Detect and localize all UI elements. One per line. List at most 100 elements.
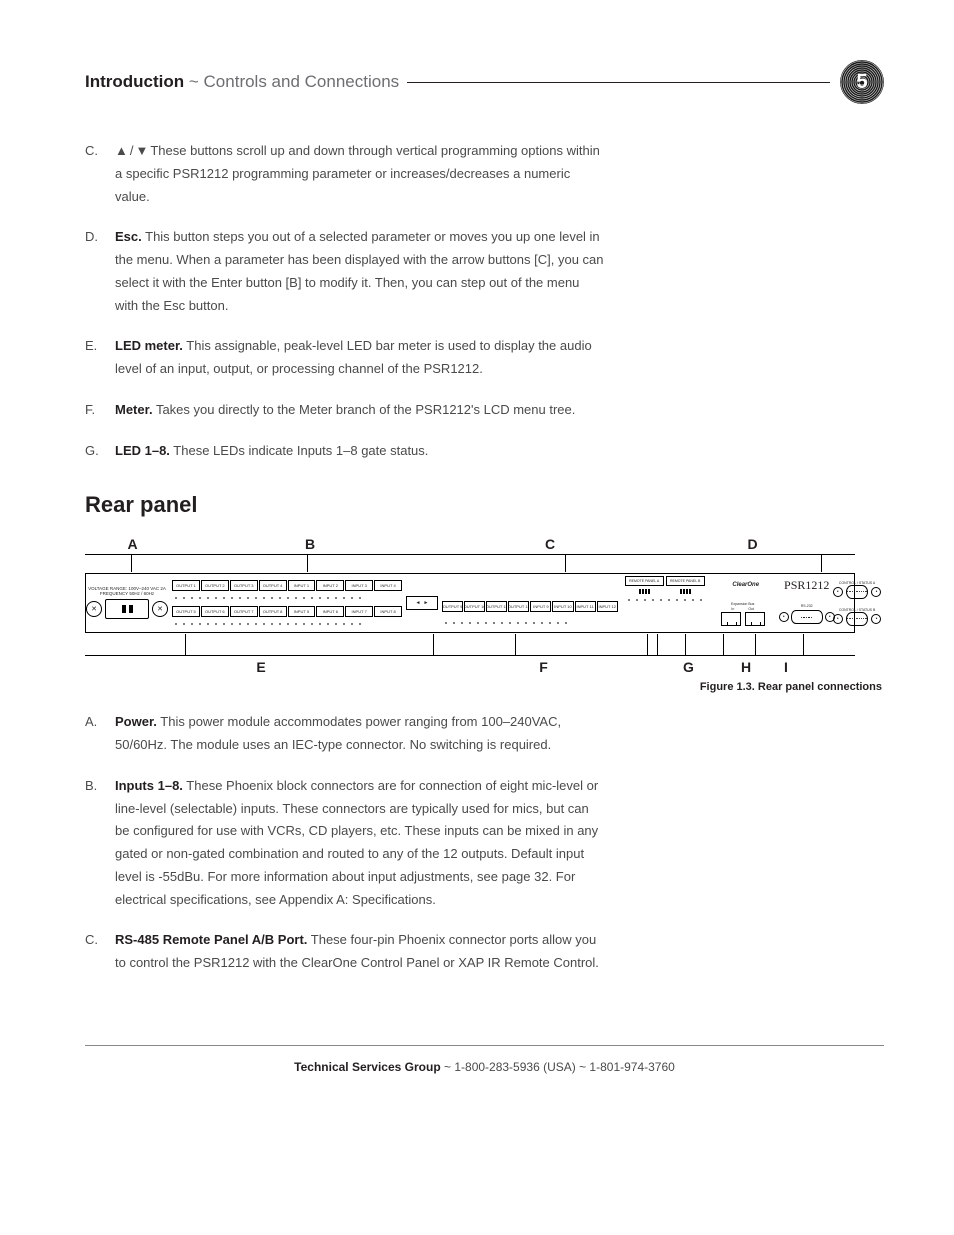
footer-bold: Technical Services Group bbox=[294, 1060, 441, 1074]
screw-icon bbox=[152, 601, 168, 617]
item-text: ▲/▼These buttons scroll up and down thro… bbox=[115, 140, 605, 208]
phoenix-block: INPUT 10 bbox=[552, 601, 573, 612]
callout-label: H bbox=[727, 659, 765, 675]
phoenix-block: OUTPUT 4 bbox=[259, 580, 287, 591]
phoenix-block: OUTPUT 11 bbox=[486, 601, 507, 612]
item-text: Inputs 1–8. These Phoenix block connecto… bbox=[115, 775, 605, 912]
inputs-outputs-block-2: OUTPUT 9OUTPUT 10OUTPUT 11OUTPUT 12INPUT… bbox=[438, 574, 622, 632]
list-item: G. LED 1–8. These LEDs indicate Inputs 1… bbox=[85, 440, 884, 463]
db9-connector-icon bbox=[791, 610, 823, 624]
item-text: Meter. Takes you directly to the Meter b… bbox=[115, 399, 575, 422]
phoenix-block: OUTPUT 6 bbox=[201, 606, 229, 617]
phoenix-row: OUTPUT 1OUTPUT 2OUTPUT 3OUTPUT 4INPUT 1I… bbox=[172, 580, 402, 591]
phoenix-block: INPUT 1 bbox=[288, 580, 316, 591]
phoenix-block: OUTPUT 8 bbox=[259, 606, 287, 617]
callout-label: E bbox=[85, 659, 437, 675]
arrows-icon: ▲/▼ bbox=[115, 143, 150, 158]
phoenix-block: OUTPUT 9 bbox=[442, 601, 463, 612]
callout-lines-top bbox=[85, 554, 855, 573]
callout-label: D bbox=[660, 536, 855, 552]
diagram-labels-top: A B C D bbox=[85, 536, 855, 552]
list-item: F. Meter. Takes you directly to the Mete… bbox=[85, 399, 884, 422]
expansion-bus-label: Expansion Bus bbox=[731, 602, 754, 606]
model-and-rs232: PSR1212 RS-232 bbox=[784, 574, 830, 632]
phoenix-row: OUTPUT 9OUTPUT 10OUTPUT 11OUTPUT 12INPUT… bbox=[442, 601, 618, 612]
phoenix-block: INPUT 12 bbox=[597, 601, 618, 612]
phoenix-row: OUTPUT 5OUTPUT 6OUTPUT 7OUTPUT 8INPUT 5I… bbox=[172, 606, 402, 617]
item-letter: B. bbox=[85, 775, 115, 912]
page-number: 5 bbox=[856, 71, 867, 94]
screw-icon bbox=[833, 587, 843, 597]
rear-panel-illustration: VOLTAGE RANGE: 100V–240 VAC 2A FREQUENCY… bbox=[85, 573, 855, 633]
rj45-icon bbox=[721, 612, 741, 626]
control-status-ports: CONTROL / STATUS A CONTROL / STATUS B bbox=[830, 574, 885, 632]
callout-label: I bbox=[765, 659, 807, 675]
page: Introduction ~ Controls and Connections bbox=[0, 0, 954, 1114]
phoenix-block: OUTPUT 1 bbox=[172, 580, 200, 591]
item-text: LED meter. This assignable, peak-level L… bbox=[115, 335, 605, 381]
callout-label: G bbox=[650, 659, 727, 675]
remote-panel-a-label: REMOTE PANEL A bbox=[625, 576, 664, 586]
phoenix-block: OUTPUT 3 bbox=[230, 580, 258, 591]
rs232-label: RS-232 bbox=[801, 604, 813, 608]
item-letter: C. bbox=[85, 140, 115, 208]
controls-list-upper: C. ▲/▼These buttons scroll up and down t… bbox=[85, 140, 884, 462]
phoenix-block: INPUT 5 bbox=[288, 606, 316, 617]
item-text: Esc. This button steps you out of a sele… bbox=[115, 226, 605, 317]
item-letter: A. bbox=[85, 711, 115, 757]
list-item: C. RS-485 Remote Panel A/B Port. These f… bbox=[85, 929, 884, 975]
phoenix-block: INPUT 7 bbox=[345, 606, 373, 617]
power-rating-text: VOLTAGE RANGE: 100V–240 VAC 2A FREQUENCY… bbox=[86, 587, 168, 597]
remote-panel-b-label: REMOTE PANEL B bbox=[666, 576, 705, 586]
screw-icon bbox=[833, 614, 843, 624]
rj45-icon bbox=[745, 612, 765, 626]
model-label: PSR1212 bbox=[784, 578, 829, 593]
item-bold: LED 1–8. bbox=[115, 443, 170, 458]
figure-caption: Figure 1.3. Rear panel connections bbox=[85, 681, 884, 693]
item-bold: Esc. bbox=[115, 229, 142, 244]
expansion-bus: Expansion Bus InOut bbox=[708, 596, 778, 632]
iec-connector-icon bbox=[105, 599, 149, 619]
item-text: LED 1–8. These LEDs indicate Inputs 1–8 … bbox=[115, 440, 428, 463]
item-bold: Power. bbox=[115, 714, 157, 729]
phoenix-block: INPUT 6 bbox=[316, 606, 344, 617]
phoenix-block: INPUT 3 bbox=[345, 580, 373, 591]
db25-connector-icon bbox=[846, 585, 869, 599]
page-header: Introduction ~ Controls and Connections bbox=[85, 60, 884, 104]
item-letter: F. bbox=[85, 399, 115, 422]
callout-label: B bbox=[180, 536, 440, 552]
db25-connector-icon bbox=[846, 612, 869, 626]
list-item: A. Power. This power module accommodates… bbox=[85, 711, 884, 757]
header-title-sep: ~ bbox=[184, 72, 203, 91]
footer-text: ~ 1-800-283-5936 (USA) ~ 1-801-974-3760 bbox=[441, 1060, 675, 1074]
page-footer: Technical Services Group ~ 1-800-283-593… bbox=[85, 1045, 884, 1074]
item-bold: RS-485 Remote Panel A/B Port. bbox=[115, 932, 307, 947]
phoenix-block: INPUT 8 bbox=[374, 606, 402, 617]
callout-label: F bbox=[437, 659, 650, 675]
item-letter: D. bbox=[85, 226, 115, 317]
item-letter: C. bbox=[85, 929, 115, 975]
phoenix-block: INPUT 2 bbox=[316, 580, 344, 591]
link-zone: ◄► bbox=[406, 574, 438, 632]
item-letter: G. bbox=[85, 440, 115, 463]
inputs-outputs-block-1: OUTPUT 1OUTPUT 2OUTPUT 3OUTPUT 4INPUT 1I… bbox=[168, 574, 406, 632]
phoenix-block: INPUT 4 bbox=[374, 580, 402, 591]
list-item: D. Esc. This button steps you out of a s… bbox=[85, 226, 884, 317]
screw-icon bbox=[871, 614, 881, 624]
item-bold: Meter. bbox=[115, 402, 153, 417]
power-module: VOLTAGE RANGE: 100V–240 VAC 2A FREQUENCY… bbox=[86, 574, 168, 632]
remote-panel-ports: REMOTE PANEL A REMOTE PANEL B bbox=[622, 574, 708, 632]
rear-panel-list: A. Power. This power module accommodates… bbox=[85, 711, 884, 975]
item-bold: LED meter. bbox=[115, 338, 183, 353]
header-title: Introduction ~ Controls and Connections bbox=[85, 72, 399, 92]
phoenix-4pin-icon bbox=[625, 587, 664, 596]
callout-label: C bbox=[440, 536, 660, 552]
header-title-bold: Introduction bbox=[85, 72, 184, 91]
rear-panel-diagram: A B C D VOLTAGE RANGE: 100V–240 VAC 2A F… bbox=[85, 536, 855, 675]
section-heading: Rear panel bbox=[85, 492, 884, 518]
callout-label: A bbox=[85, 536, 180, 552]
item-letter: E. bbox=[85, 335, 115, 381]
list-item: C. ▲/▼These buttons scroll up and down t… bbox=[85, 140, 884, 208]
phoenix-block: OUTPUT 5 bbox=[172, 606, 200, 617]
header-rule bbox=[407, 82, 830, 83]
